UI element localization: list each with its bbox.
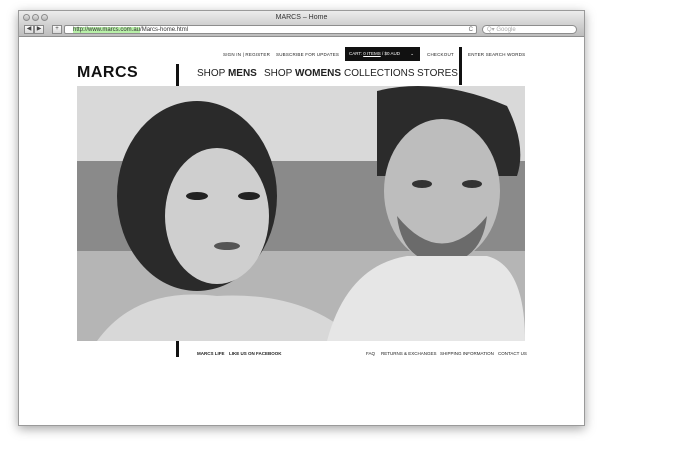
nav-shop-womens-prefix: SHOP (264, 68, 295, 79)
woman-face (165, 148, 269, 284)
web-page: SIGN IN | REGISTER SUBSCRIBE FOR UPDATES… (19, 37, 584, 425)
browser-window: MARCS – Home ◀ ▶ + http://www.marcs.com.… (18, 10, 585, 426)
window-title: MARCS – Home (275, 14, 328, 21)
url-domain: http://www.marcs.com.au (73, 27, 141, 33)
man-right-eye (462, 180, 482, 188)
nav-shop-mens[interactable]: SHOP MENS (197, 68, 257, 80)
footer-shipping-link[interactable]: SHIPPING INFORMATION (440, 351, 494, 357)
man-face (384, 119, 500, 263)
address-bar[interactable]: http://www.marcs.com.au/Marcs-home.html … (64, 25, 477, 34)
cart-button[interactable]: CART: 0 ITEMS / $0 AUD ⌄ (345, 47, 420, 61)
marcs-logo[interactable]: MARCS (77, 64, 138, 82)
nav-shop-womens-label: WOMENS (294, 68, 342, 79)
url-text: http://www.marcs.com.au/Marcs-home.html (73, 26, 188, 34)
hero-photo-illustration (77, 86, 525, 341)
footer-faq-link[interactable]: FAQ (366, 351, 375, 357)
chevron-down-icon: ⌄ (410, 51, 414, 56)
footer-facebook-link[interactable]: LIKE US ON FACEBOOK (229, 351, 282, 357)
add-bookmark-icon[interactable]: + (52, 25, 62, 34)
search-placeholder: Google (496, 27, 516, 33)
checkout-link[interactable]: CHECKOUT (427, 51, 454, 59)
url-path: /Marcs-home.html (140, 27, 189, 33)
footer-returns-link[interactable]: RETURNS & EXCHANGES (381, 351, 437, 357)
nav-collections[interactable]: COLLECTIONS (344, 68, 415, 80)
woman-right-eye (238, 192, 260, 200)
forward-icon[interactable]: ▶ (34, 25, 44, 34)
subscribe-link[interactable]: SUBSCRIBE FOR UPDATES (276, 51, 339, 59)
sign-in-register-link[interactable]: SIGN IN | REGISTER (223, 51, 270, 59)
title-bar: MARCS – Home (19, 11, 584, 24)
nav-shop-mens-label: MENS (227, 68, 257, 79)
footer-marcs-life-link[interactable]: MARCS LIFE (197, 351, 225, 357)
back-icon[interactable]: ◀ (24, 25, 34, 34)
logo-divider (176, 64, 179, 86)
nav-shop-mens-prefix: SHOP (197, 68, 228, 79)
footer-contact-link[interactable]: CONTACT US (498, 351, 527, 357)
cart-items: 0 ITEMS (363, 51, 381, 56)
header-divider (459, 47, 462, 85)
search-icon: Q▾ (487, 27, 495, 33)
nav-stores[interactable]: STORES (417, 68, 458, 80)
woman-lips (214, 242, 240, 250)
man-left-eye (412, 180, 432, 188)
cart-total: / $0 AUD (381, 51, 400, 56)
browser-search-input[interactable]: Q▾ Google (482, 25, 577, 34)
woman-left-eye (186, 192, 208, 200)
footer-divider (176, 341, 179, 357)
browser-toolbar: ◀ ▶ + http://www.marcs.com.au/Marcs-home… (19, 24, 584, 37)
cart-label: CART: (349, 51, 362, 56)
site-search-input[interactable]: ENTER SEARCH WORDS (468, 51, 525, 59)
hero-image[interactable] (77, 86, 525, 341)
nav-shop-womens[interactable]: SHOP WOMENS (264, 68, 341, 80)
reload-icon[interactable]: C (469, 26, 473, 34)
